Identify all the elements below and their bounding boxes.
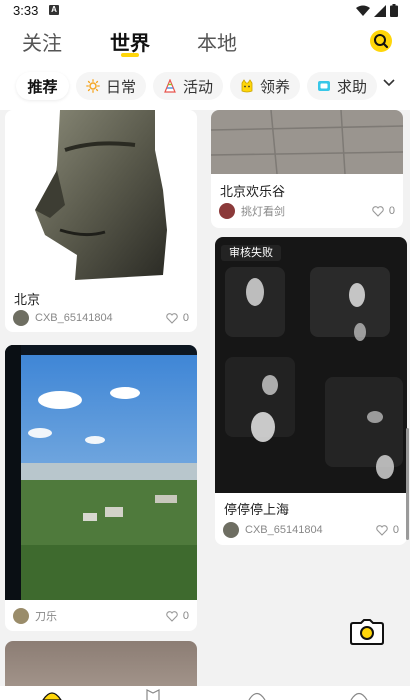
status-time: 3:33 [13, 3, 39, 18]
tab-follow[interactable]: 关注 [22, 27, 62, 56]
scrollbar[interactable] [406, 428, 409, 540]
review-status-badge: 审核失败 [221, 245, 281, 261]
chip-adopt[interactable]: 领养 [230, 72, 301, 100]
search-button[interactable] [370, 30, 392, 52]
heart-icon [376, 524, 388, 536]
post-meta: CXB_65141804 0 [223, 521, 399, 539]
tab-world[interactable]: 世界 [110, 27, 150, 56]
tab-local[interactable]: 本地 [197, 27, 237, 56]
notification-icon: A [49, 5, 59, 15]
camera-icon[interactable] [350, 619, 384, 645]
battery-icon [390, 4, 398, 17]
chip-label: 活动 [183, 78, 214, 96]
post-image [211, 110, 403, 174]
profile-tab-icon[interactable] [350, 691, 368, 700]
sun-icon [86, 79, 100, 93]
chevron-down-icon[interactable] [383, 79, 395, 87]
feed-card[interactable]: 审核失败 停停停上海 CXB_65141804 0 [215, 237, 407, 545]
status-bar: 3:33 A [0, 0, 410, 22]
like-count: 0 [392, 524, 399, 536]
avatar[interactable] [219, 203, 235, 219]
post-image [5, 345, 197, 600]
chip-activity[interactable]: 活动 [153, 72, 224, 100]
search-icon [374, 34, 389, 49]
feed-card[interactable]: 北京 CXB_65141804 0 [5, 110, 197, 332]
post-image: 审核失败 [215, 237, 407, 493]
help-box-icon [318, 81, 330, 91]
post-meta: CXB_65141804 0 [13, 309, 189, 327]
post-author[interactable]: 刀乐 [35, 608, 166, 624]
like-button[interactable]: 0 [372, 205, 395, 217]
post-author[interactable]: CXB_65141804 [35, 312, 166, 324]
post-image [5, 110, 197, 280]
heart-icon [166, 312, 178, 324]
chip-recommended[interactable]: 推荐 [16, 72, 69, 100]
like-button[interactable]: 0 [166, 312, 189, 324]
post-meta: 挑灯看剑 0 [219, 202, 395, 220]
wifi-icon [356, 5, 370, 16]
avatar[interactable] [223, 522, 239, 538]
post-meta: 刀乐 0 [13, 607, 189, 625]
top-navigation: 关注 世界 本地 [0, 22, 410, 62]
chip-label: 求助 [337, 78, 368, 96]
cat-icon [241, 79, 253, 93]
avatar[interactable] [13, 608, 29, 624]
message-tab-icon[interactable] [248, 691, 266, 700]
like-count: 0 [182, 610, 189, 622]
post-title: 北京欢乐谷 [220, 184, 286, 199]
post-author[interactable]: 挑灯看剑 [241, 203, 372, 219]
like-button[interactable]: 0 [376, 524, 399, 536]
signal-icon [374, 4, 386, 17]
heart-icon [166, 610, 178, 622]
home-tab-icon[interactable] [42, 690, 62, 700]
like-button[interactable]: 0 [166, 610, 189, 622]
category-chips-bar: 推荐 日常 活动 领养 求助 [0, 62, 410, 110]
post-author[interactable]: CXB_65141804 [245, 524, 376, 536]
party-hat-icon [164, 79, 176, 93]
explore-tab-icon[interactable] [145, 689, 161, 700]
feed-card[interactable]: 刀乐 0 [5, 345, 197, 631]
chip-label: 日常 [106, 78, 137, 96]
like-count: 0 [182, 312, 189, 324]
heart-icon [372, 205, 384, 217]
avatar[interactable] [13, 310, 29, 326]
chip-help[interactable]: 求助 [307, 72, 378, 100]
chip-label: 领养 [260, 78, 291, 96]
like-count: 0 [388, 205, 395, 217]
feed-card[interactable]: 北京欢乐谷 挑灯看剑 0 [211, 110, 403, 228]
status-icons [356, 4, 398, 17]
post-title: 北京 [14, 292, 41, 307]
active-tab-indicator [121, 53, 139, 57]
chip-label: 推荐 [27, 78, 58, 96]
chip-daily[interactable]: 日常 [76, 72, 147, 100]
post-title: 停停停上海 [224, 502, 290, 517]
bottom-tab-bar [0, 686, 410, 700]
